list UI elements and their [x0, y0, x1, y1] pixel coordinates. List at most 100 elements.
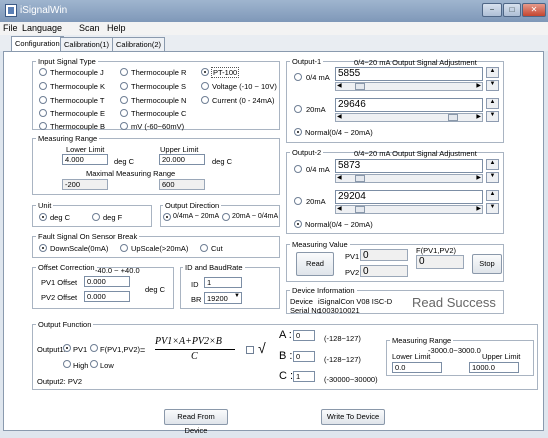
function-lower-input[interactable]: 0.0	[392, 362, 442, 373]
output-2-low-input[interactable]: 5873	[335, 159, 483, 173]
output-1-high-slider[interactable]: ◀ ▶	[335, 113, 483, 122]
output-1-low-label: 0/4 mA	[306, 73, 330, 82]
output-1-low-down[interactable]: ▼	[486, 80, 499, 91]
thermocouple-n-radio[interactable]	[120, 96, 128, 104]
menu-file[interactable]: File	[3, 23, 18, 33]
read-button[interactable]: Read	[296, 252, 334, 276]
slider-thumb[interactable]	[355, 175, 366, 182]
output-1-low-input[interactable]: 5855	[335, 67, 483, 81]
output-1-normal-radio[interactable]	[294, 128, 302, 136]
output-2-high-radio[interactable]	[294, 197, 302, 205]
scroll-left-icon[interactable]: ◀	[337, 206, 342, 213]
voltage-radio[interactable]	[201, 82, 209, 90]
id-input[interactable]: 1	[204, 277, 242, 288]
a-label: A :	[279, 329, 292, 341]
output-1-low-slider[interactable]: ◀ ▶	[335, 82, 483, 91]
pv1-offset-label: PV1 Offset	[41, 278, 78, 287]
output-1-high-up[interactable]: ▲	[486, 98, 499, 109]
sqrt-checkbox[interactable]	[246, 346, 254, 354]
thermocouple-k-radio[interactable]	[39, 82, 47, 90]
current-radio[interactable]	[201, 96, 209, 104]
output-2-normal-radio[interactable]	[294, 220, 302, 228]
direction-normal-radio[interactable]	[163, 213, 171, 221]
f-pv-radio[interactable]	[90, 344, 98, 352]
scroll-right-icon[interactable]: ▶	[476, 206, 481, 213]
read-from-device-button[interactable]: Read From Device	[164, 409, 228, 435]
pt100-radio[interactable]	[201, 68, 209, 76]
thermocouple-e-radio[interactable]	[39, 109, 47, 117]
pv1-offset-input[interactable]: 0.000	[84, 276, 130, 287]
low-radio[interactable]	[90, 360, 98, 368]
thermocouple-r-radio[interactable]	[120, 68, 128, 76]
close-button[interactable]: ✕	[522, 3, 546, 17]
lower-limit-input[interactable]: 4.000	[62, 154, 108, 165]
scroll-right-icon[interactable]: ▶	[476, 175, 481, 182]
slider-thumb[interactable]	[355, 206, 366, 213]
upper-limit-unit: deg C	[212, 157, 233, 166]
scroll-right-icon[interactable]: ▶	[476, 114, 481, 121]
stop-button[interactable]: Stop	[472, 254, 502, 274]
output-1-high-down[interactable]: ▼	[486, 111, 499, 122]
serial-value: 1003010021	[318, 306, 360, 315]
baud-rate-select[interactable]: 19200 ▼	[204, 292, 242, 304]
thermocouple-b-radio[interactable]	[39, 122, 47, 130]
downscale-radio[interactable]	[39, 244, 47, 252]
tab-configuration[interactable]: Configuration	[11, 36, 64, 52]
fraction-bar	[155, 349, 235, 350]
direction-reverse-radio[interactable]	[222, 213, 230, 221]
thermocouple-j-radio[interactable]	[39, 68, 47, 76]
a-input[interactable]: 0	[293, 330, 315, 341]
scroll-left-icon[interactable]: ◀	[337, 83, 342, 90]
deg-f-radio[interactable]	[92, 213, 100, 221]
maximize-button[interactable]: □	[503, 3, 521, 17]
mv-radio[interactable]	[120, 122, 128, 130]
scroll-left-icon[interactable]: ◀	[337, 175, 342, 182]
scroll-left-icon[interactable]: ◀	[337, 114, 342, 121]
output-2-low-radio[interactable]	[294, 165, 302, 173]
output-1-high-radio[interactable]	[294, 105, 302, 113]
function-upper-input[interactable]: 1000.0	[469, 362, 519, 373]
slider-thumb[interactable]	[355, 83, 366, 90]
output-2-low-down[interactable]: ▼	[486, 172, 499, 183]
output-1-high-label: 20mA	[306, 105, 326, 114]
output-1-high-input[interactable]: 29646	[335, 98, 483, 112]
c-input[interactable]: 1	[293, 371, 315, 382]
output-2-high-slider[interactable]: ◀ ▶	[335, 205, 483, 214]
pv2-value: 0	[360, 265, 408, 277]
thermocouple-b-label: Thermocouple B	[50, 122, 106, 131]
output-2-low-up[interactable]: ▲	[486, 159, 499, 170]
output-2-high-down[interactable]: ▼	[486, 203, 499, 214]
menu-language[interactable]: Language	[22, 23, 62, 33]
pv2-offset-input[interactable]: 0.000	[84, 291, 130, 302]
function-lower-label: Lower Limit	[392, 352, 431, 361]
upper-limit-input[interactable]: 20.000	[159, 154, 205, 165]
thermocouple-s-radio[interactable]	[120, 82, 128, 90]
output-function-label: Output Function	[36, 320, 94, 329]
scroll-right-icon[interactable]: ▶	[476, 83, 481, 90]
br-label: BR	[191, 295, 202, 304]
tab-calibration-2[interactable]: Calibration(2)	[112, 37, 166, 51]
output-2-high-up[interactable]: ▲	[486, 190, 499, 201]
write-to-device-button[interactable]: Write To Device	[321, 409, 385, 425]
upscale-radio[interactable]	[120, 244, 128, 252]
b-input[interactable]: 0	[293, 351, 315, 362]
slider-thumb[interactable]	[448, 114, 459, 121]
thermocouple-c-radio[interactable]	[120, 109, 128, 117]
upscale-label: UpScale(>20mA)	[131, 244, 189, 253]
output-2-low-slider[interactable]: ◀ ▶	[335, 174, 483, 183]
thermocouple-t-radio[interactable]	[39, 96, 47, 104]
tab-calibration-1[interactable]: Calibration(1)	[60, 37, 114, 51]
cut-radio[interactable]	[200, 244, 208, 252]
pv1-radio[interactable]	[63, 344, 71, 352]
deg-c-radio[interactable]	[39, 213, 47, 221]
output-direction-label: Output Direction	[163, 201, 222, 210]
output-2-high-input[interactable]: 29204	[335, 190, 483, 204]
menu-help[interactable]: Help	[107, 23, 126, 33]
minimize-button[interactable]: −	[482, 3, 502, 17]
output-1-low-radio[interactable]	[294, 73, 302, 81]
menu-scan[interactable]: Scan	[79, 23, 100, 33]
direction-reverse-label: 20mA ~ 0/4mA	[232, 213, 279, 220]
high-radio[interactable]	[63, 360, 71, 368]
offset-range: -40.0 ~ +40.0	[95, 266, 140, 275]
output-1-low-up[interactable]: ▲	[486, 67, 499, 78]
